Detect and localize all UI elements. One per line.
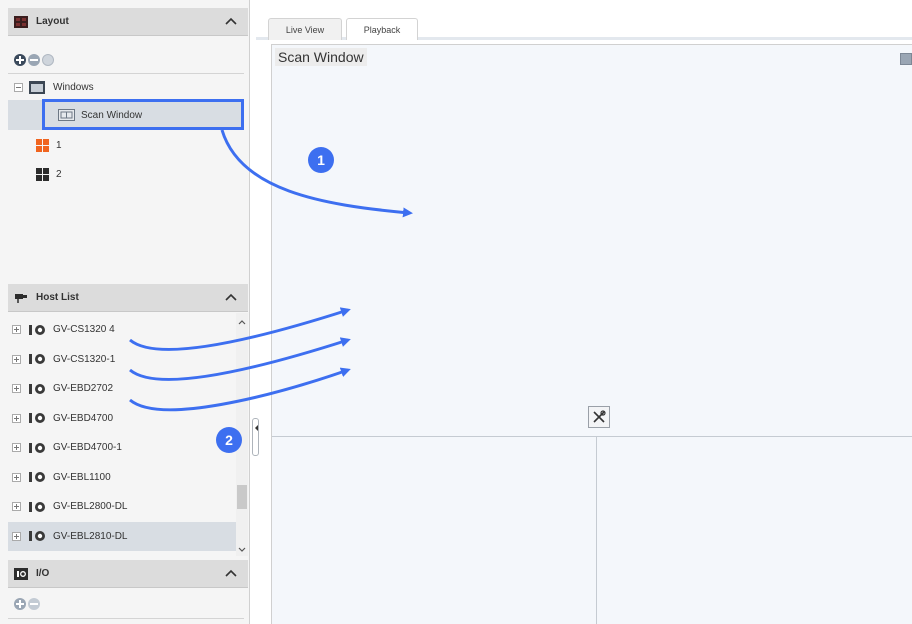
drag-arrow-4 [129,367,351,412]
drag-arrow-3 [129,337,351,381]
step-badge-1-label: 1 [317,152,325,168]
step-badge-2-label: 2 [225,432,233,448]
drag-annotation-overlay: 1 2 [129,129,413,453]
drag-arrow-2 [129,307,351,351]
